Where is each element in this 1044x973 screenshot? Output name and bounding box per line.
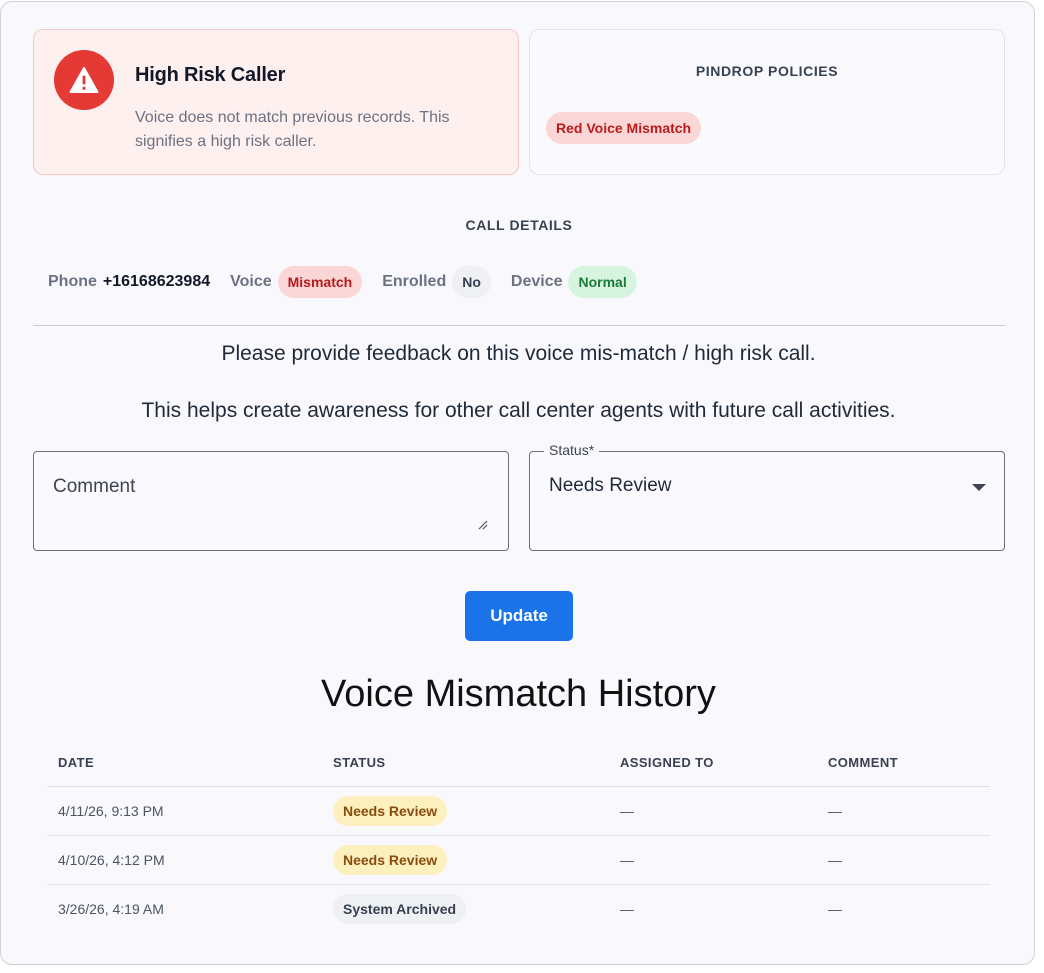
row-assigned-to: — [620,900,634,917]
feedback-prompt: Please provide feedback on this voice mi… [221,342,816,365]
enrolled-detail: Enrolled No [382,266,491,298]
status-badge: Needs Review [333,844,448,875]
row-date: 4/11/26, 9:13 PM [47,786,322,836]
warning-icon [54,50,114,110]
feedback-helper-text: This helps create awareness for other ca… [141,399,896,422]
history-table: DATE STATUS ASSIGNED TO COMMENT 4/11/26,… [47,740,990,933]
column-header-status: STATUS [322,740,609,787]
device-status-badge: Normal [568,266,637,298]
device-label: Device [510,273,563,290]
history-title: Voice Mismatch History [321,673,716,715]
policies-heading: PINDROP POLICIES [695,63,839,79]
row-status: System Archived [322,884,609,933]
phone-detail: Phone +16168623984 [48,273,210,291]
high-risk-alert: High Risk Caller Voice does not match pr… [33,29,519,175]
pindrop-policies-panel: PINDROP POLICIES Red Voice Mismatch [529,29,1005,175]
row-status: Needs Review [322,786,609,836]
row-assigned-to: — [609,786,817,836]
voice-label: Voice [230,273,272,290]
policy-chip: Red Voice Mismatch [546,112,702,144]
row-assigned-to: — [609,835,817,885]
row-comment: — [817,835,990,885]
phone-value: +16168623984 [102,273,211,290]
status-label: Status* [544,442,600,458]
voice-status-badge: Mismatch [277,266,363,298]
enrolled-label: Enrolled [382,273,447,290]
table-row: 4/10/26, 4:12 PM Needs Review — — [47,835,990,885]
row-comment: — [828,900,842,917]
table-row: 4/11/26, 9:13 PM Needs Review — — [47,786,990,836]
caret-down-icon[interactable] [972,484,986,491]
phone-label: Phone [48,273,97,290]
device-detail: Device Normal [511,266,637,298]
column-header-date: DATE [47,740,322,787]
status-badge: Needs Review [333,795,448,826]
status-select[interactable]: Status* Needs Review [529,442,1005,551]
voice-detail: Voice Mismatch [230,266,363,298]
comment-field[interactable]: Comment [33,451,509,551]
table-header-row: DATE STATUS ASSIGNED TO COMMENT [47,740,990,787]
enrolled-status-badge: No [452,266,491,298]
call-details-row: Phone +16168623984 Voice Mismatch Enroll… [48,265,657,299]
column-header-assigned-to: ASSIGNED TO [609,740,817,787]
caller-risk-card: High Risk Caller Voice does not match pr… [0,1,1035,965]
row-comment: — [817,786,990,836]
comment-placeholder: Comment [53,476,136,497]
alert-title: High Risk Caller [135,64,286,86]
section-divider [33,325,1005,326]
row-status: Needs Review [322,835,609,885]
column-header-comment: COMMENT [817,740,990,787]
table-row: 3/26/26, 4:19 AM System Archived — — [47,884,990,933]
update-button[interactable]: Update [465,591,573,641]
row-date: 3/26/26, 4:19 AM [58,900,164,917]
alert-message: Voice does not match previous records. T… [135,109,450,150]
status-value: Needs Review [549,475,672,496]
row-date: 4/10/26, 4:12 PM [47,835,322,885]
call-details-heading: CALL DETAILS [465,217,573,233]
resize-handle-icon[interactable] [478,520,488,530]
status-badge: System Archived [333,893,467,924]
